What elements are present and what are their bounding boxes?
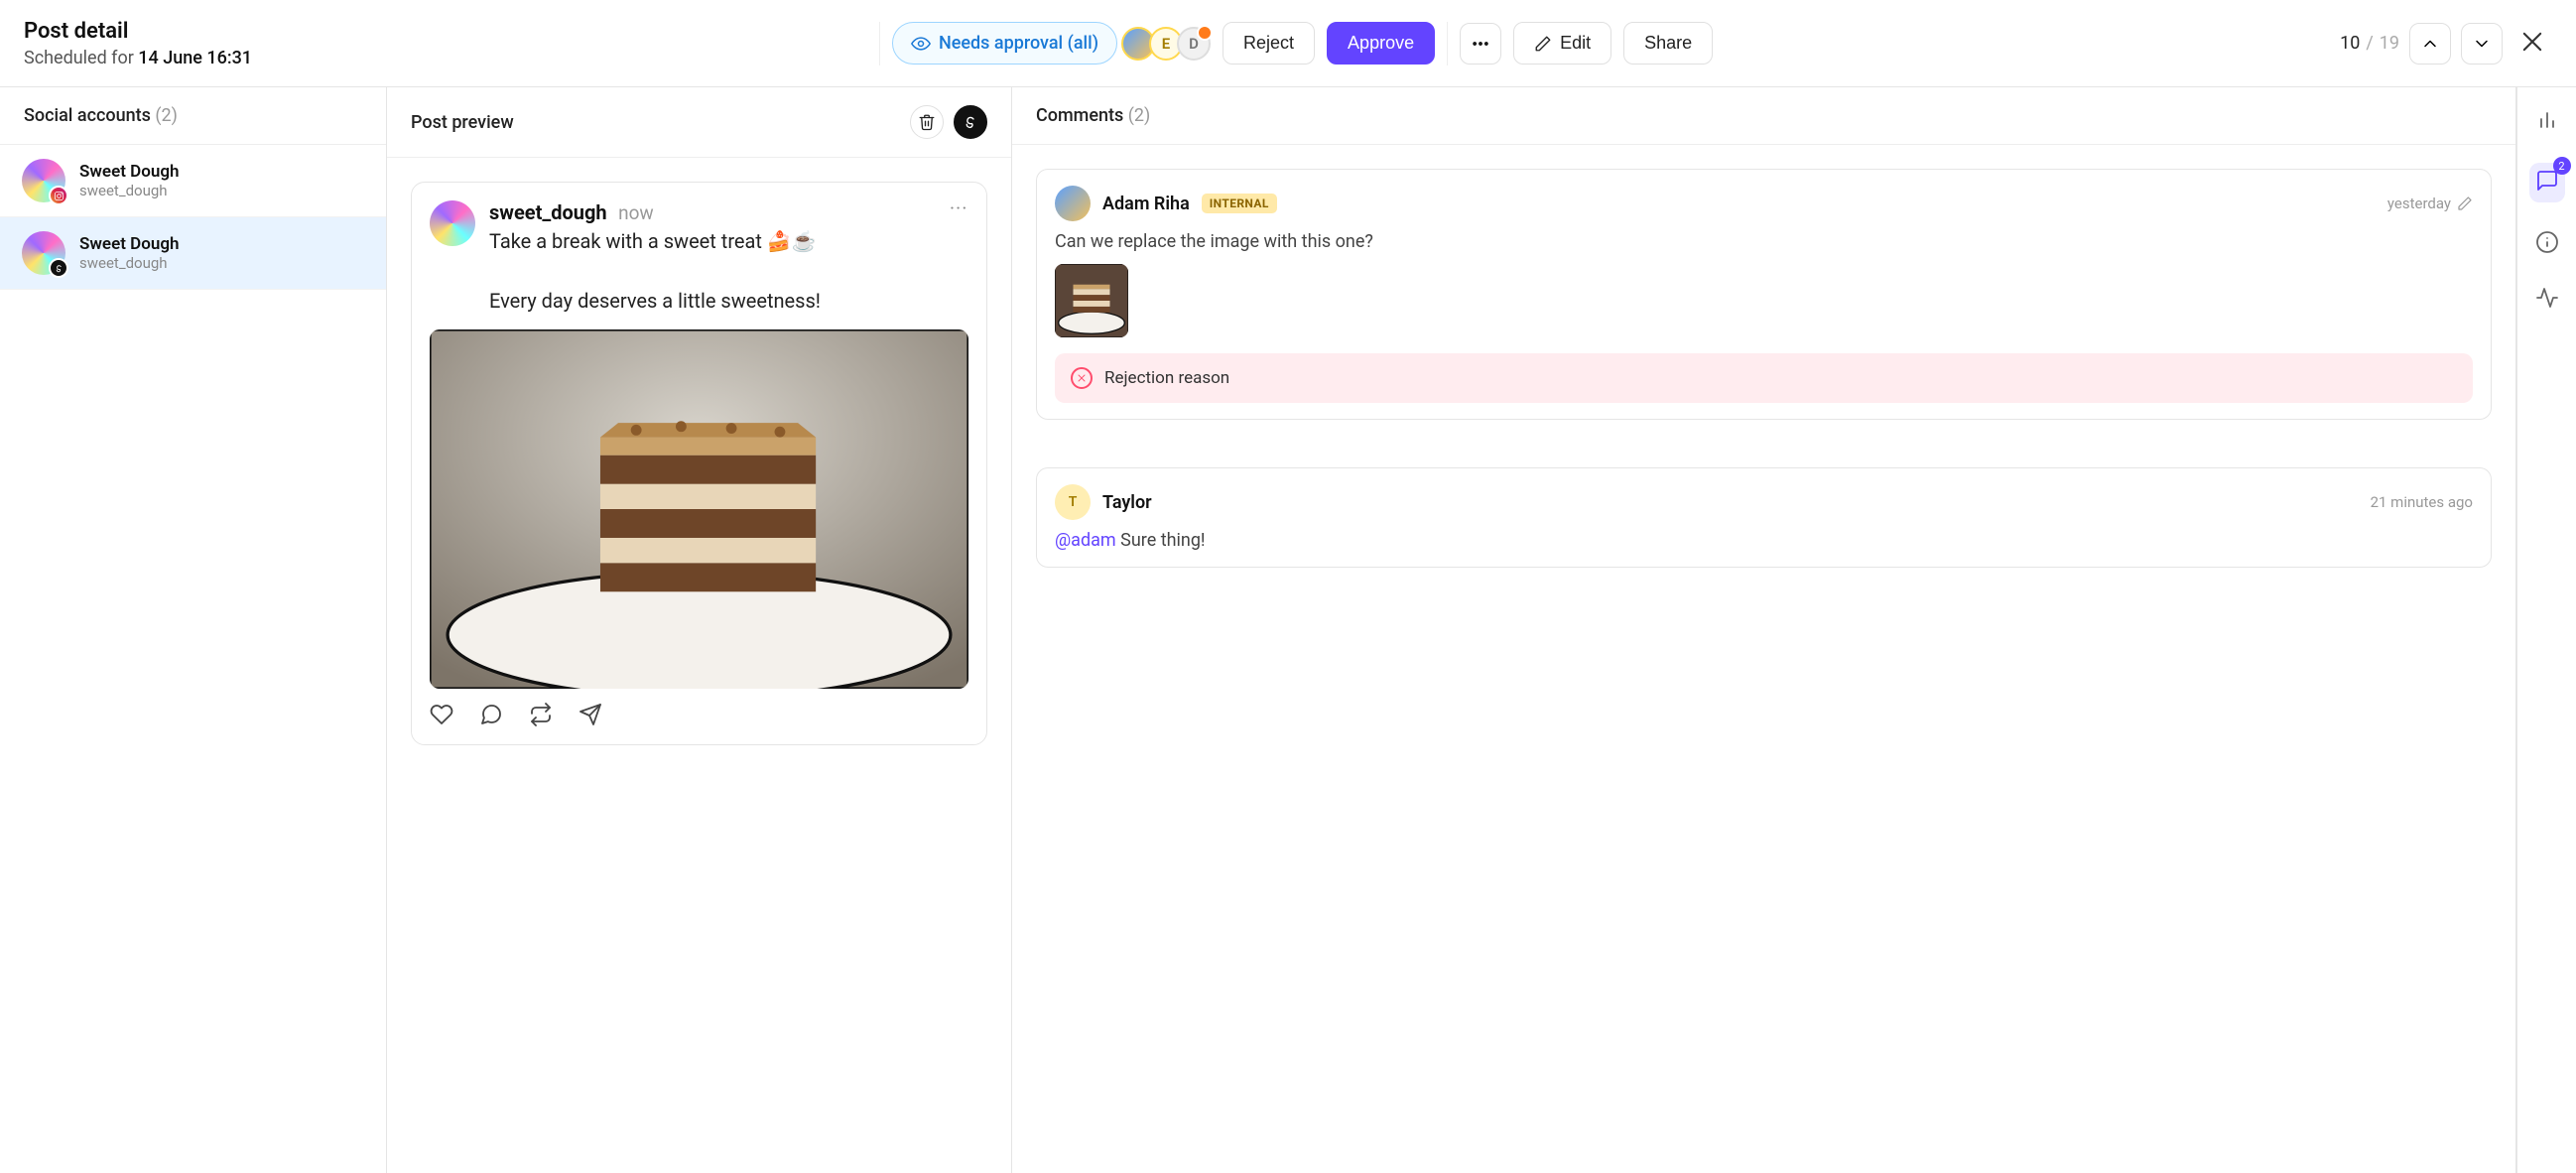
repost-icon[interactable] bbox=[529, 703, 553, 726]
analytics-rail-button[interactable] bbox=[2535, 107, 2559, 135]
info-icon bbox=[2535, 230, 2559, 254]
close-button[interactable] bbox=[2512, 22, 2552, 65]
avatar bbox=[22, 231, 65, 275]
comment-attachment[interactable] bbox=[1055, 264, 1128, 337]
comment-time: 21 minutes ago bbox=[2371, 493, 2473, 511]
threads-icon bbox=[962, 113, 979, 131]
header-bar: Post detail Scheduled for 14 June 16:31 … bbox=[0, 0, 2576, 87]
instagram-icon bbox=[49, 186, 68, 205]
info-rail-button[interactable] bbox=[2535, 230, 2559, 258]
eye-icon bbox=[911, 34, 931, 54]
ellipsis-icon bbox=[1471, 34, 1490, 54]
preview-actions bbox=[430, 703, 968, 726]
preview-more-button[interactable]: ··· bbox=[950, 200, 968, 216]
preview-image[interactable] bbox=[430, 329, 968, 689]
accounts-section-label: Social accounts bbox=[24, 105, 155, 126]
comment-body: Can we replace the image with this one? bbox=[1055, 231, 2473, 252]
avatar bbox=[1055, 186, 1091, 221]
pencil-icon[interactable] bbox=[2457, 196, 2473, 211]
star-badge-icon bbox=[1197, 25, 1213, 41]
close-icon bbox=[2518, 28, 2546, 56]
activity-rail-button[interactable] bbox=[2535, 286, 2559, 314]
bar-chart-icon bbox=[2535, 107, 2559, 131]
chevron-down-icon bbox=[2472, 34, 2492, 54]
trash-icon bbox=[918, 113, 936, 131]
reviewer-avatars: E D bbox=[1127, 27, 1211, 61]
schedule-line: Scheduled for 14 June 16:31 bbox=[24, 48, 252, 68]
rejection-icon bbox=[1071, 367, 1093, 389]
cake-image bbox=[430, 329, 968, 689]
account-row[interactable]: Sweet Dough sweet_dough bbox=[0, 217, 386, 290]
divider bbox=[879, 22, 880, 65]
network-filter-button[interactable] bbox=[954, 105, 987, 139]
threads-icon bbox=[49, 258, 68, 278]
pager: 10 / 19 bbox=[2340, 33, 2399, 54]
comment-card: T Taylor 21 minutes ago @adam Sure thing… bbox=[1036, 467, 2492, 568]
pager-total: 19 bbox=[2380, 33, 2399, 54]
avatar bbox=[22, 159, 65, 202]
comment-icon[interactable] bbox=[479, 703, 503, 726]
mention[interactable]: @adam bbox=[1055, 530, 1116, 551]
rail-badge: 2 bbox=[2553, 157, 2571, 175]
pager-current: 10 bbox=[2340, 33, 2360, 54]
comment-card: Adam Riha INTERNAL yesterday Can we repl… bbox=[1036, 169, 2492, 420]
account-row[interactable]: Sweet Dough sweet_dough bbox=[0, 145, 386, 217]
preview-section-header: Post preview bbox=[387, 87, 1011, 158]
comments-section-label: Comments bbox=[1036, 105, 1128, 126]
edit-button[interactable]: Edit bbox=[1513, 22, 1611, 65]
comment-author: Taylor bbox=[1102, 492, 1152, 513]
more-actions-button[interactable] bbox=[1460, 23, 1501, 65]
account-handle: sweet_dough bbox=[79, 254, 180, 272]
right-rail: 2 bbox=[2516, 87, 2576, 1173]
preview-body: Take a break with a sweet treat 🍰☕ Every… bbox=[489, 226, 821, 316]
rejection-label: Rejection reason bbox=[1104, 368, 1229, 388]
preview-timestamp: now bbox=[618, 201, 654, 224]
reviewer-avatar[interactable]: D bbox=[1177, 27, 1211, 61]
send-icon[interactable] bbox=[579, 703, 602, 726]
divider bbox=[1447, 22, 1448, 65]
schedule-prefix: Scheduled for bbox=[24, 48, 138, 68]
approval-pill-label: Needs approval (all) bbox=[939, 33, 1098, 54]
reject-button[interactable]: Reject bbox=[1223, 22, 1315, 65]
preview-section-label: Post preview bbox=[411, 112, 514, 133]
page-title: Post detail bbox=[24, 19, 252, 44]
cake-thumb-image bbox=[1055, 264, 1128, 337]
like-icon[interactable] bbox=[430, 703, 453, 726]
share-button[interactable]: Share bbox=[1623, 22, 1713, 65]
account-name: Sweet Dough bbox=[79, 162, 180, 182]
activity-icon bbox=[2535, 286, 2559, 310]
comments-rail-button[interactable]: 2 bbox=[2529, 163, 2565, 202]
account-name: Sweet Dough bbox=[79, 234, 180, 254]
needs-approval-pill[interactable]: Needs approval (all) bbox=[892, 22, 1117, 65]
chevron-up-icon bbox=[2420, 34, 2440, 54]
account-handle: sweet_dough bbox=[79, 182, 180, 199]
edit-label: Edit bbox=[1560, 33, 1591, 54]
preview-username: sweet_dough bbox=[489, 200, 607, 224]
accounts-count: (2) bbox=[155, 105, 178, 126]
avatar bbox=[430, 200, 475, 246]
delete-post-button[interactable] bbox=[910, 105, 944, 139]
approve-button[interactable]: Approve bbox=[1327, 22, 1435, 65]
preview-card: sweet_dough now Take a break with a swee… bbox=[411, 182, 987, 745]
rejection-reason[interactable]: Rejection reason bbox=[1055, 353, 2473, 403]
comments-count: (2) bbox=[1128, 105, 1151, 126]
avatar: T bbox=[1055, 484, 1091, 520]
schedule-date: 14 June 16:31 bbox=[138, 48, 252, 68]
pencil-icon bbox=[1534, 35, 1552, 53]
pager-prev-button[interactable] bbox=[2409, 23, 2451, 65]
internal-badge: INTERNAL bbox=[1202, 194, 1277, 213]
comments-section-header: Comments (2) bbox=[1012, 87, 2515, 145]
comment-author: Adam Riha bbox=[1102, 194, 1190, 214]
accounts-section-header: Social accounts (2) bbox=[0, 87, 386, 145]
comment-body: @adam Sure thing! bbox=[1055, 530, 2473, 551]
pager-next-button[interactable] bbox=[2461, 23, 2503, 65]
pager-sep: / bbox=[2366, 33, 2373, 54]
comment-time: yesterday bbox=[2387, 195, 2473, 212]
